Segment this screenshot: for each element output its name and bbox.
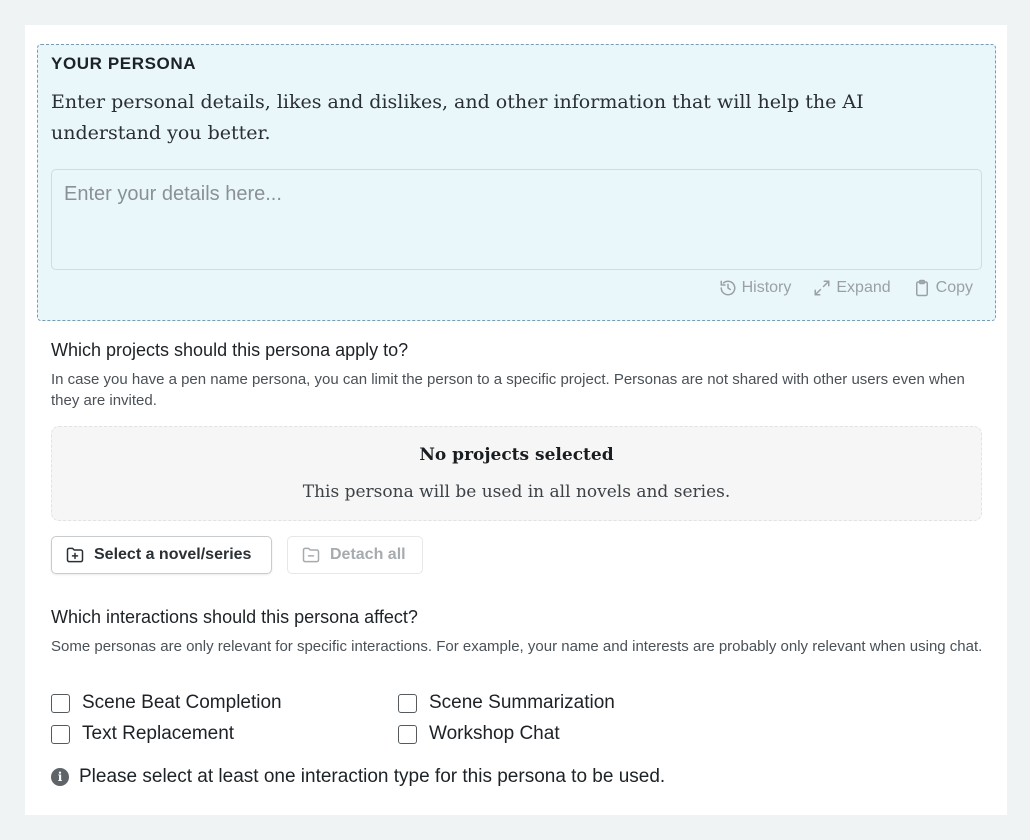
persona-settings-card: YOUR PERSONA Enter personal details, lik… [25, 25, 1007, 815]
checkbox-box[interactable] [398, 724, 417, 744]
checkbox-box[interactable] [51, 724, 70, 744]
detach-all-button[interactable]: Detach all [287, 536, 423, 574]
persona-description: Enter personal details, likes and dislik… [51, 91, 864, 144]
checkbox-workshop-chat[interactable]: Workshop Chat [398, 723, 560, 745]
projects-help-text: In case you have a pen name persona, you… [51, 371, 965, 409]
folder-plus-icon [66, 547, 84, 563]
empty-state-title: No projects selected [419, 445, 614, 465]
detach-all-label: Detach all [330, 546, 406, 563]
history-label: History [741, 279, 792, 296]
folder-minus-icon [302, 547, 320, 563]
checkbox-label: Scene Summarization [429, 692, 615, 713]
checkbox-scene-summarization[interactable]: Scene Summarization [398, 692, 615, 714]
info-icon: i [51, 768, 69, 786]
history-icon [720, 280, 736, 296]
select-novel-label: Select a novel/series [94, 546, 252, 563]
checkbox-label: Text Replacement [82, 723, 235, 744]
expand-label: Expand [836, 279, 891, 296]
copy-label: Copy [935, 279, 973, 296]
projects-heading: Which projects should this persona apply… [51, 340, 409, 360]
interactions-help-text: Some personas are only relevant for spec… [51, 638, 983, 655]
checkbox-box[interactable] [398, 693, 417, 713]
checkbox-label: Workshop Chat [429, 723, 560, 744]
interaction-notice: i Please select at least one interaction… [51, 766, 665, 788]
expand-button[interactable]: Expand [813, 279, 891, 297]
copy-button[interactable]: Copy [913, 279, 973, 297]
notice-text: Please select at least one interaction t… [79, 766, 666, 787]
interactions-heading: Which interactions should this persona a… [51, 607, 418, 627]
projects-empty-state: No projects selected This persona will b… [51, 426, 982, 521]
select-novel-button[interactable]: Select a novel/series [51, 536, 272, 574]
persona-section: YOUR PERSONA Enter personal details, lik… [37, 44, 996, 321]
clipboard-icon [915, 279, 928, 297]
checkbox-scene-beat-completion[interactable]: Scene Beat Completion [51, 692, 282, 714]
expand-icon [814, 280, 830, 296]
empty-state-description: This persona will be used in all novels … [302, 482, 731, 502]
persona-title: YOUR PERSONA [51, 54, 197, 73]
checkbox-box[interactable] [51, 693, 70, 713]
checkbox-label: Scene Beat Completion [82, 692, 282, 713]
checkbox-text-replacement[interactable]: Text Replacement [51, 723, 234, 745]
persona-toolbar: History Expand Copy [719, 279, 973, 297]
history-button[interactable]: History [719, 279, 792, 297]
persona-details-input[interactable] [51, 169, 982, 270]
